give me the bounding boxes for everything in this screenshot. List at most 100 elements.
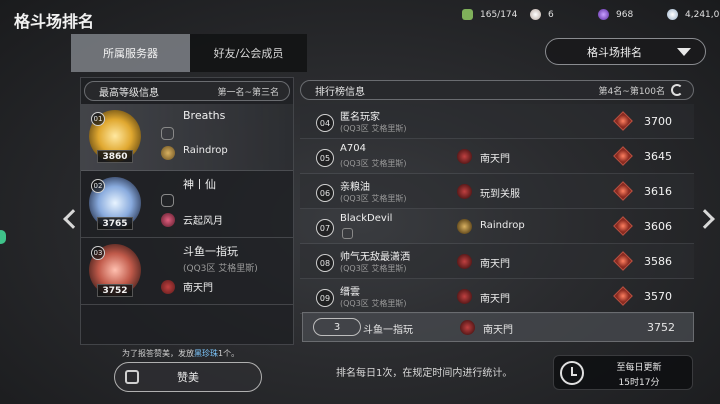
guild-emblem-icon	[161, 280, 175, 294]
player-guild: Raindrop	[480, 220, 525, 231]
player-score: 3586	[644, 255, 672, 268]
black-pearl-link: 黑珍珠	[194, 349, 218, 358]
my-name: 斗鱼一指玩	[363, 325, 413, 336]
rank-number: 08	[316, 254, 334, 272]
my-rank: 3	[313, 318, 361, 336]
player-score: 3860	[97, 150, 133, 163]
player-score: 3606	[644, 220, 672, 233]
rank-number: 04	[316, 114, 334, 132]
my-score: 3752	[647, 321, 675, 334]
my-ranking-row[interactable]: 3 斗鱼一指玩 南天門 3752	[302, 312, 694, 342]
clock-icon	[560, 361, 584, 385]
tier-icon	[613, 216, 633, 236]
tab-server[interactable]: 所属服务器	[71, 34, 190, 72]
stamina-value: 165/174	[480, 9, 518, 20]
tier-icon	[613, 111, 633, 131]
tier-icon	[613, 286, 633, 306]
guild-emblem-icon	[457, 289, 472, 304]
refresh-icon[interactable]	[671, 84, 683, 96]
praise-note-text: 为了报答赞美，发放	[122, 349, 194, 358]
ranking-row[interactable]: 05 A704 (QQ3区 艾格里斯) 南天門 3645	[300, 139, 694, 174]
player-guild: 南天門	[480, 259, 510, 270]
top3-row-3[interactable]: 03 3752 斗鱼一指玩 (QQ3区 艾格里斯) 南天門	[81, 238, 293, 305]
player-server: (QQ3区 艾格里斯)	[340, 194, 407, 203]
ranking-row[interactable]: 09 缙雲 (QQ3区 艾格里斯) 南天門 3570	[300, 279, 694, 314]
guild-emblem-icon	[161, 146, 175, 160]
tier-icon	[613, 251, 633, 271]
player-guild: 云起风月	[183, 216, 223, 227]
player-score: 3700	[644, 115, 672, 128]
player-name: 缙雲	[340, 287, 360, 298]
guild-emblem-icon	[161, 213, 175, 227]
rank-number: 03	[91, 246, 105, 260]
ranking-panel: 排行榜信息 第4名~第100名 04 匿名玩家 (QQ3区 艾格里斯) 3700…	[300, 77, 694, 345]
player-guild: 南天門	[480, 294, 510, 305]
top3-row-2[interactable]: 02 3765 神丨仙 云起风月	[81, 171, 293, 238]
ranking-row[interactable]: 07 BlackDevil Raindrop 3606	[300, 209, 694, 244]
player-server: (QQ3区 艾格里斯)	[340, 264, 407, 273]
ranking-rule-note: 排名每日1次，在规定时间内进行统计。	[336, 368, 513, 379]
praise-button-label: 赞美	[177, 371, 199, 384]
tier-icon	[613, 181, 633, 201]
side-tab-handle[interactable]	[0, 230, 6, 244]
top3-range: 第一名~第三名	[217, 87, 279, 98]
praise-note-count: 1个。	[218, 349, 240, 358]
ranking-row[interactable]: 06 亲粮油 (QQ3区 艾格里斯) 玩到关服 3616	[300, 174, 694, 209]
player-score: 3752	[97, 284, 133, 297]
player-name: BlackDevil	[340, 213, 393, 224]
rank-number: 07	[316, 219, 334, 237]
ranking-range: 第4名~第100名	[598, 86, 665, 97]
praise-icon	[125, 370, 139, 384]
tab-friends[interactable]: 好友/公会成员	[190, 34, 307, 72]
player-guild: 南天門	[183, 283, 213, 294]
pearl-counter: 6	[530, 9, 554, 20]
silver-coin-icon	[667, 9, 678, 20]
pearl-icon	[530, 9, 541, 20]
player-name: 帅气无敌最潇洒	[340, 252, 410, 263]
player-name: 神丨仙	[183, 178, 216, 191]
ranking-list: 04 匿名玩家 (QQ3区 艾格里斯) 3700 05 A704 (QQ3区 艾…	[300, 104, 694, 314]
top3-row-1[interactable]: 01 3860 Breaths Raindrop	[81, 104, 293, 171]
ranking-header-title: 排行榜信息	[315, 86, 365, 98]
player-score: 3765	[97, 217, 133, 230]
player-name: Breaths	[183, 109, 226, 122]
rank-number: 02	[91, 179, 105, 193]
rank-number: 01	[91, 112, 105, 126]
my-guild: 南天門	[483, 325, 513, 336]
page-title: 格斗场排名	[14, 12, 95, 31]
profile-id-icon	[161, 194, 174, 207]
ranking-row[interactable]: 04 匿名玩家 (QQ3区 艾格里斯) 3700	[300, 104, 694, 139]
ranking-type-dropdown[interactable]: 格斗场排名	[545, 38, 706, 65]
player-guild: 南天門	[480, 154, 510, 165]
ranking-row[interactable]: 08 帅气无敌最潇洒 (QQ3区 艾格里斯) 南天門 3586	[300, 244, 694, 279]
caret-down-icon	[677, 47, 691, 56]
purple-gem-counter: 968	[598, 9, 633, 20]
update-label: 至每日更新	[616, 363, 662, 373]
top3-panel: 最高等级信息 第一名~第三名 01 3860 Breaths Raindrop …	[80, 77, 294, 345]
update-countdown: 15时17分	[618, 378, 660, 388]
rank-number: 05	[316, 149, 334, 167]
dropdown-label: 格斗场排名	[587, 45, 642, 59]
player-name: A704	[340, 143, 366, 154]
tier-icon	[613, 146, 633, 166]
rank-number: 06	[316, 184, 334, 202]
praise-button[interactable]: 赞美	[114, 362, 262, 392]
profile-id-icon	[161, 127, 174, 140]
player-server: (QQ3区 艾格里斯)	[340, 159, 407, 168]
pearl-value: 6	[548, 9, 554, 20]
guild-emblem-icon	[457, 254, 472, 269]
guild-emblem-icon	[460, 320, 475, 335]
ranking-header: 排行榜信息 第4名~第100名	[300, 80, 694, 100]
silver-coin-counter: 4,241,0	[667, 9, 719, 20]
top3-header: 最高等级信息 第一名~第三名	[84, 81, 290, 101]
purple-gem-icon	[598, 9, 609, 20]
stamina-counter: 165/174	[462, 9, 517, 20]
stamina-icon	[462, 9, 473, 20]
praise-note: 为了报答赞美，发放黑珍珠1个。	[122, 348, 239, 359]
daily-update-timer: 至每日更新 15时17分	[553, 355, 693, 390]
player-name: 亲粮油	[340, 182, 370, 193]
player-score: 3645	[644, 150, 672, 163]
player-name: 斗鱼一指玩	[183, 245, 238, 258]
profile-id-icon	[342, 228, 353, 239]
next-page-arrow[interactable]	[695, 209, 715, 229]
